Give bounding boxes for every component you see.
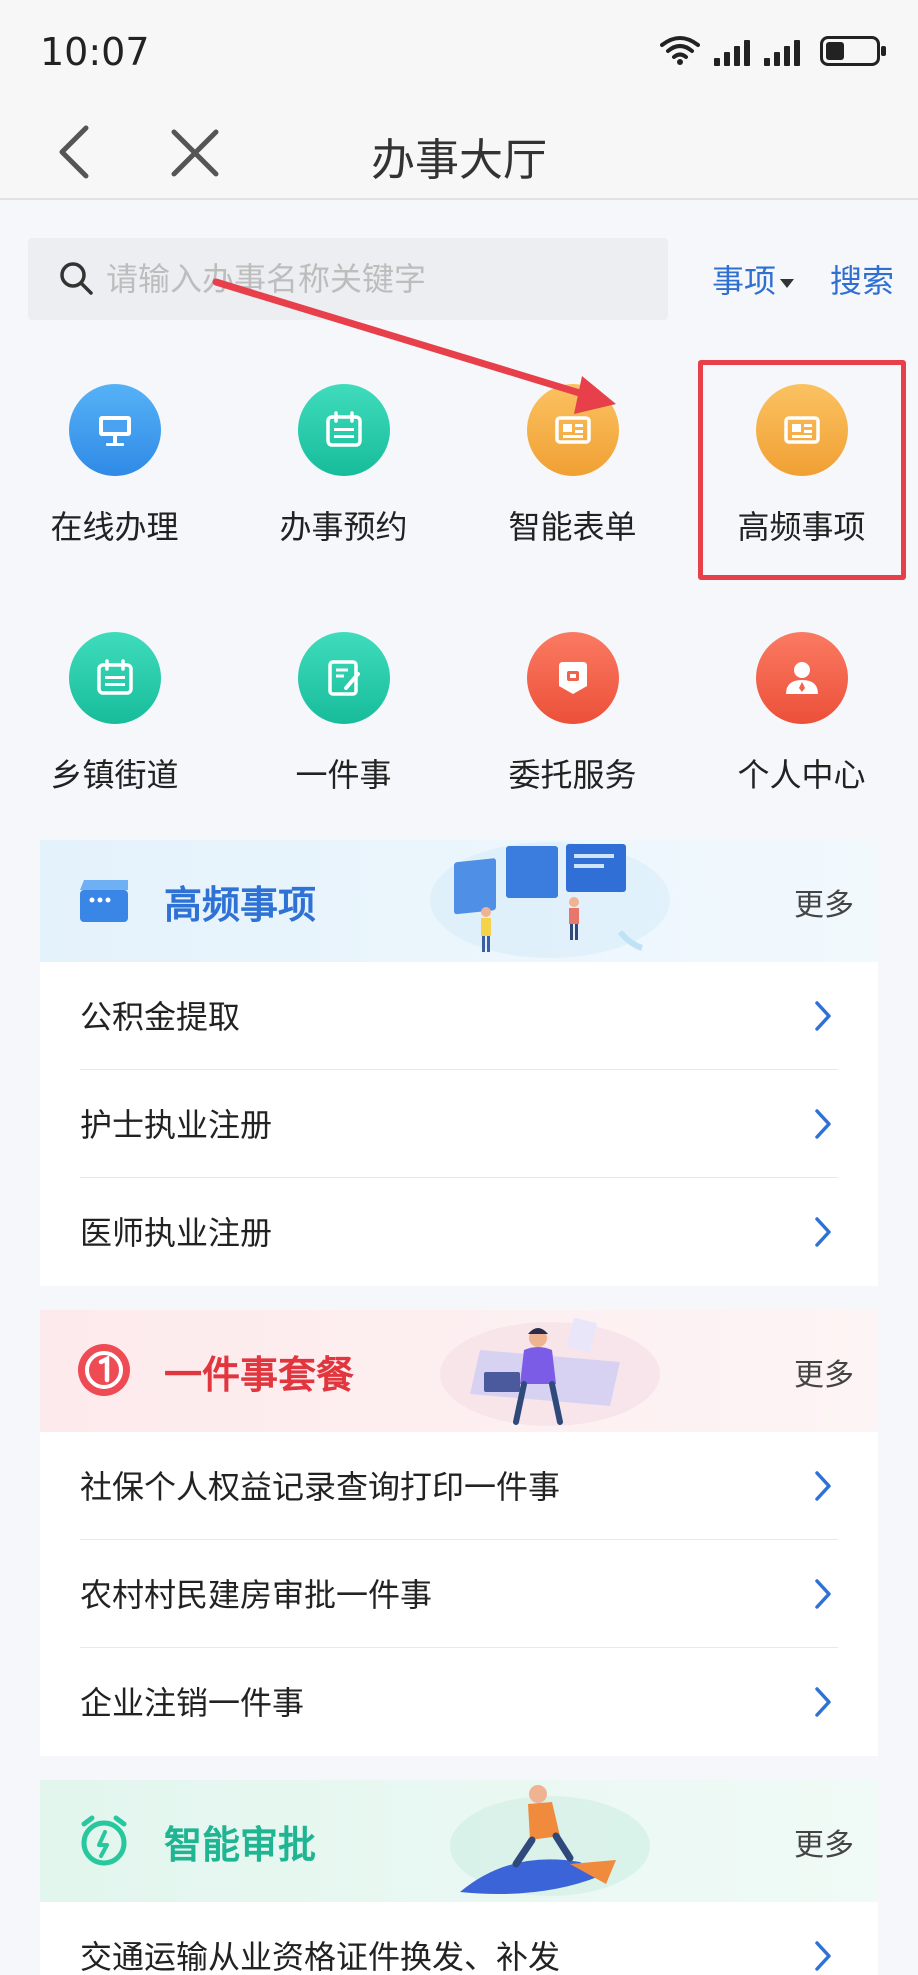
more-link[interactable]: 更多 (794, 880, 854, 924)
grid-item-one-thing[interactable]: 一件事 (229, 632, 458, 796)
chevron-right-icon (815, 1471, 831, 1501)
more-link[interactable]: 更多 (794, 1350, 854, 1394)
chevron-right-icon (815, 1001, 831, 1031)
search-button[interactable]: 搜索 (830, 256, 894, 302)
people-with-screens-illustration (430, 842, 670, 958)
section-high-frequency: 高频事项 更多 公积金提取 护士执业注册 医师执业注册 (40, 840, 878, 1286)
list-item-label: 医师执业注册 (80, 1214, 273, 1252)
section-title: 一件事套餐 (164, 1353, 355, 1397)
list-item-label: 公积金提取 (80, 998, 241, 1036)
list-item[interactable]: 社保个人权益记录查询打印一件事 (40, 1432, 878, 1540)
caret-down-icon (780, 278, 795, 288)
section-header: 智能审批 更多 (40, 1780, 878, 1902)
page-title: 办事大厅 (371, 135, 547, 186)
chevron-right-icon (815, 1109, 831, 1139)
signal-icon (764, 36, 800, 66)
grid-item-appointment[interactable]: 办事预约 (229, 384, 458, 548)
list-item[interactable]: 农村村民建房审批一件事 (40, 1540, 878, 1648)
section-header: 高频事项 更多 (40, 840, 878, 962)
list-item[interactable]: 公积金提取 (40, 962, 878, 1070)
grid-item-label: 智能表单 (508, 508, 637, 546)
monitor-icon (68, 384, 161, 476)
calendar-icon (68, 632, 161, 724)
list-item-label: 护士执业注册 (80, 1106, 273, 1144)
list-item-label: 社保个人权益记录查询打印一件事 (80, 1468, 561, 1506)
grid-item-online-handling[interactable]: 在线办理 (0, 384, 229, 548)
status-bar: 10:07 (0, 0, 918, 104)
status-time: 10:07 (40, 30, 150, 74)
scope-label: 事项 (712, 262, 777, 300)
badge-icon (526, 632, 619, 724)
section-header: 一件事套餐 更多 (40, 1310, 878, 1432)
section-smart-approval: 智能审批 更多 交通运输从业资格证件换发、补发 (40, 1780, 878, 1975)
list-item[interactable]: 医师执业注册 (40, 1178, 878, 1286)
number-one-badge-icon (78, 1344, 130, 1396)
chevron-right-icon (815, 1941, 831, 1971)
grid-item-entrusted-service[interactable]: 委托服务 (458, 632, 687, 796)
scope-dropdown[interactable]: 事项 (712, 256, 795, 302)
more-link[interactable]: 更多 (794, 1820, 854, 1864)
grid-item-label: 高频事项 (737, 508, 866, 546)
nav-bar: 办事大厅 (0, 104, 918, 200)
wifi-icon (660, 36, 700, 65)
list-item-label: 农村村民建房审批一件事 (80, 1576, 433, 1614)
chevron-right-icon (815, 1687, 831, 1717)
grid-item-label: 办事预约 (279, 508, 408, 546)
list-item[interactable]: 护士执业注册 (40, 1070, 878, 1178)
grid-item-label: 一件事 (295, 756, 392, 794)
person-on-rocket-illustration (450, 1785, 650, 1896)
edit-doc-icon (297, 632, 390, 724)
grid-item-label: 乡镇街道 (50, 756, 179, 794)
form-card-icon (526, 384, 619, 476)
list-item-label: 交通运输从业资格证件换发、补发 (80, 1938, 561, 1975)
form-card-icon (755, 384, 848, 476)
search-input[interactable] (106, 238, 646, 320)
calendar-icon (297, 384, 390, 476)
section-one-thing-package: 一件事套餐 更多 社保个人权益记录查询打印一件事 农村村民建房审批一件事 企业注… (40, 1310, 878, 1756)
clapperboard-icon (80, 880, 128, 922)
chevron-right-icon (815, 1579, 831, 1609)
signal-icon (714, 36, 750, 66)
section-title: 智能审批 (164, 1823, 317, 1867)
section-title: 高频事项 (164, 883, 317, 927)
person-with-laptop-illustration (440, 1317, 660, 1426)
grid-item-label: 在线办理 (50, 508, 179, 546)
list-item[interactable]: 交通运输从业资格证件换发、补发 (40, 1902, 878, 1975)
status-icons (660, 34, 886, 66)
grid-item-label: 委托服务 (508, 756, 637, 794)
list-item[interactable]: 企业注销一件事 (40, 1648, 878, 1756)
alarm-clock-icon (81, 1815, 127, 1866)
grid-item-high-frequency[interactable]: 高频事项 (687, 384, 916, 548)
search-icon (60, 262, 93, 295)
grid-item-label: 个人中心 (737, 756, 866, 794)
search-box[interactable] (28, 238, 668, 320)
battery-icon (820, 36, 886, 66)
list-item-label: 企业注销一件事 (80, 1684, 305, 1722)
grid-item-township[interactable]: 乡镇街道 (0, 632, 229, 796)
grid-item-personal-center[interactable]: 个人中心 (687, 632, 916, 796)
person-icon (755, 632, 848, 724)
chevron-right-icon (815, 1217, 831, 1247)
grid-item-smart-form[interactable]: 智能表单 (458, 384, 687, 548)
